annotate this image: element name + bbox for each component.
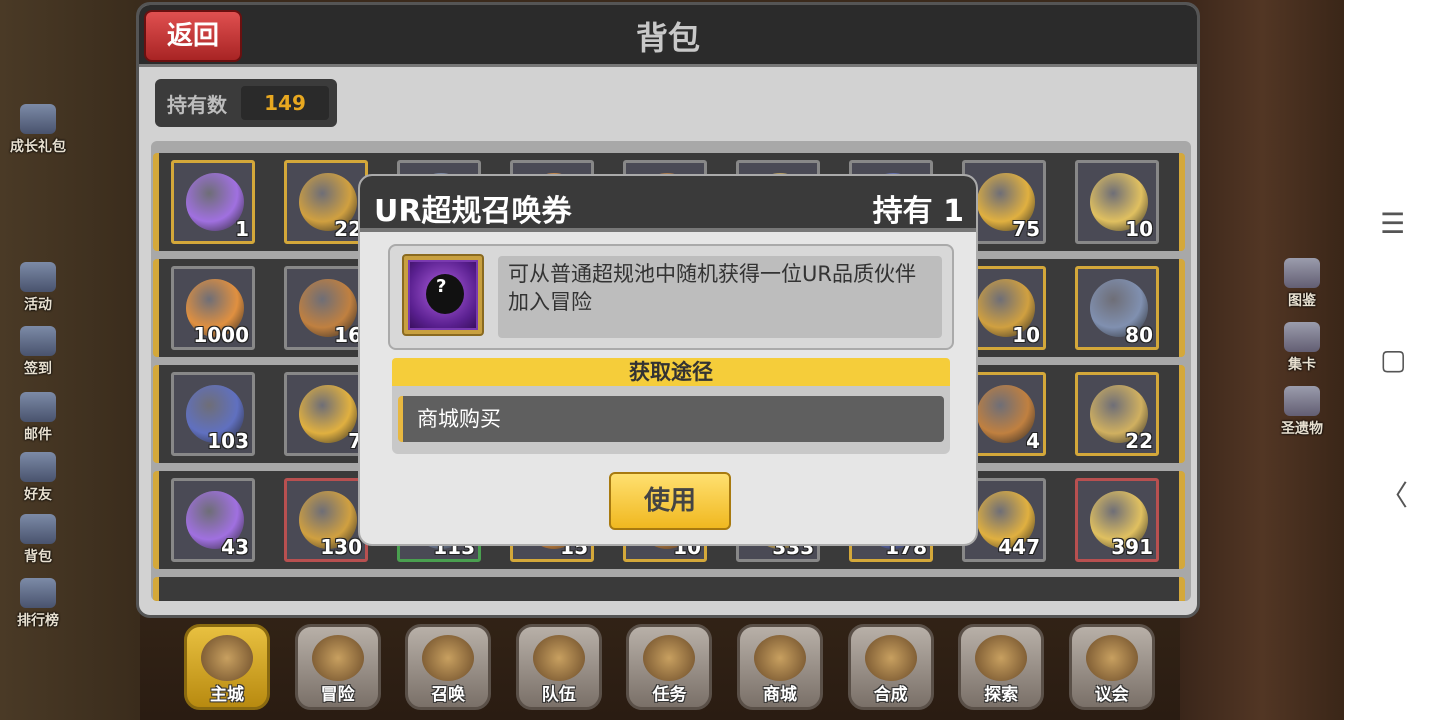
use-button[interactable]: 使用 (609, 472, 731, 530)
back-icon[interactable]: 〈 (1380, 482, 1408, 510)
acquire-source-header: 获取途径 (392, 358, 950, 386)
game-screen: 成长礼包 活动 签到 邮件 好友 背包 排行榜 图鉴 集卡 圣遗物 背包 返回 持有数 149 … (0, 0, 1344, 720)
summon-ticket-icon: ? (402, 254, 484, 336)
acquire-source-item[interactable]: 商城购买 (398, 396, 944, 442)
home-icon[interactable]: ▢ (1380, 346, 1406, 374)
summon-ticket-frame: ? (408, 260, 478, 330)
item-detail-dialog: UR超规召唤券 持有 1 ? 可从普通超规池中随机获得一位UR品质伙伴加入冒险 … (358, 174, 978, 546)
item-description: 可从普通超规池中随机获得一位UR品质伙伴加入冒险 (498, 256, 942, 338)
menu-icon[interactable]: ☰ (1380, 210, 1405, 238)
dialog-owned-count: 持有 1 (872, 194, 964, 229)
dialog-title: UR超规召唤券 (374, 194, 572, 229)
acquire-source-list: 商城购买 (392, 386, 950, 454)
question-mark-icon: ? (436, 276, 447, 297)
item-description-box: ? 可从普通超规池中随机获得一位UR品质伙伴加入冒险 (388, 244, 954, 350)
system-nav-bar: ☰ ▢ 〈 (1344, 0, 1440, 720)
